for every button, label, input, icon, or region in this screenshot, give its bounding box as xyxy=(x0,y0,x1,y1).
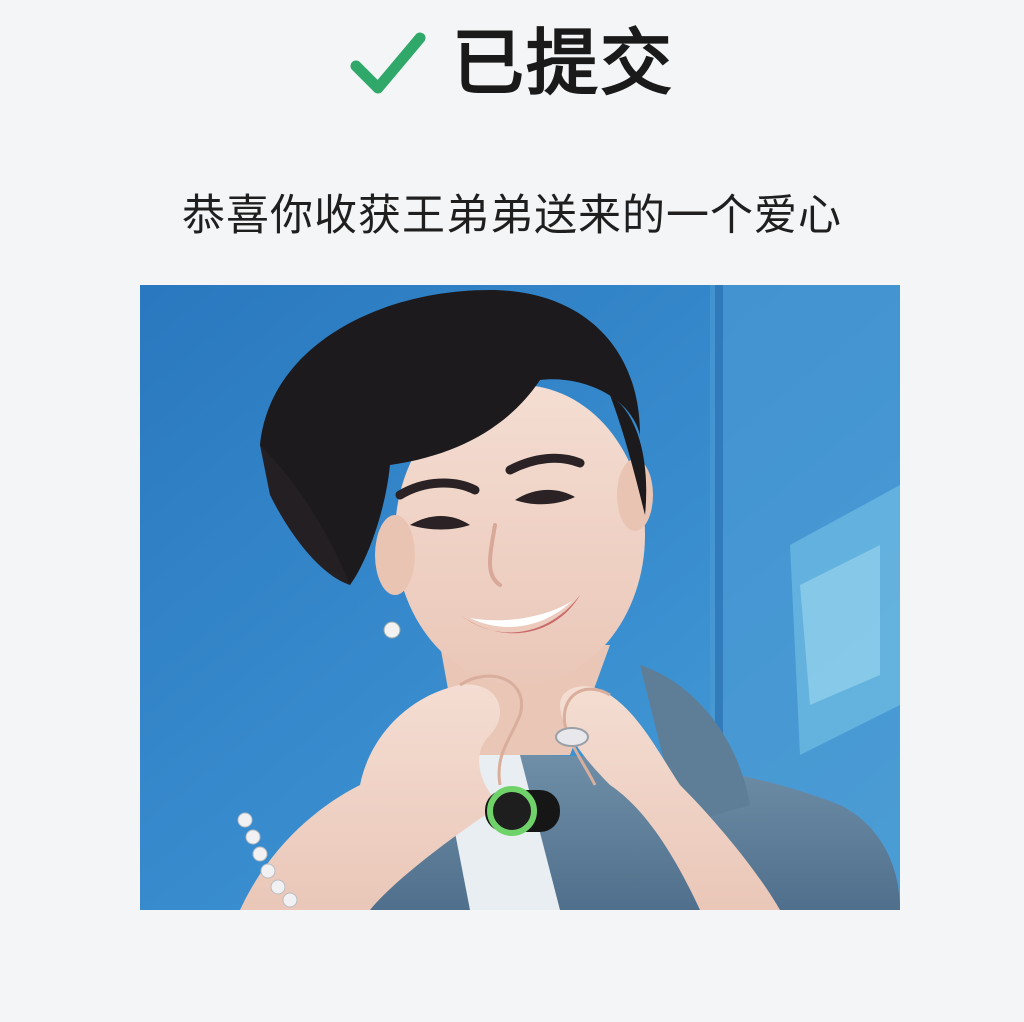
status-header: 已提交 xyxy=(0,18,1024,108)
status-label: 已提交 xyxy=(451,21,674,105)
photo-heart-gesture xyxy=(140,285,900,910)
photo-illustration xyxy=(140,285,900,910)
checkmark-icon xyxy=(350,32,426,94)
submission-result-page: 已提交 恭喜你收获王弟弟送来的一个爱心 xyxy=(0,0,1024,1022)
congratulation-message: 恭喜你收获王弟弟送来的一个爱心 xyxy=(182,191,842,241)
